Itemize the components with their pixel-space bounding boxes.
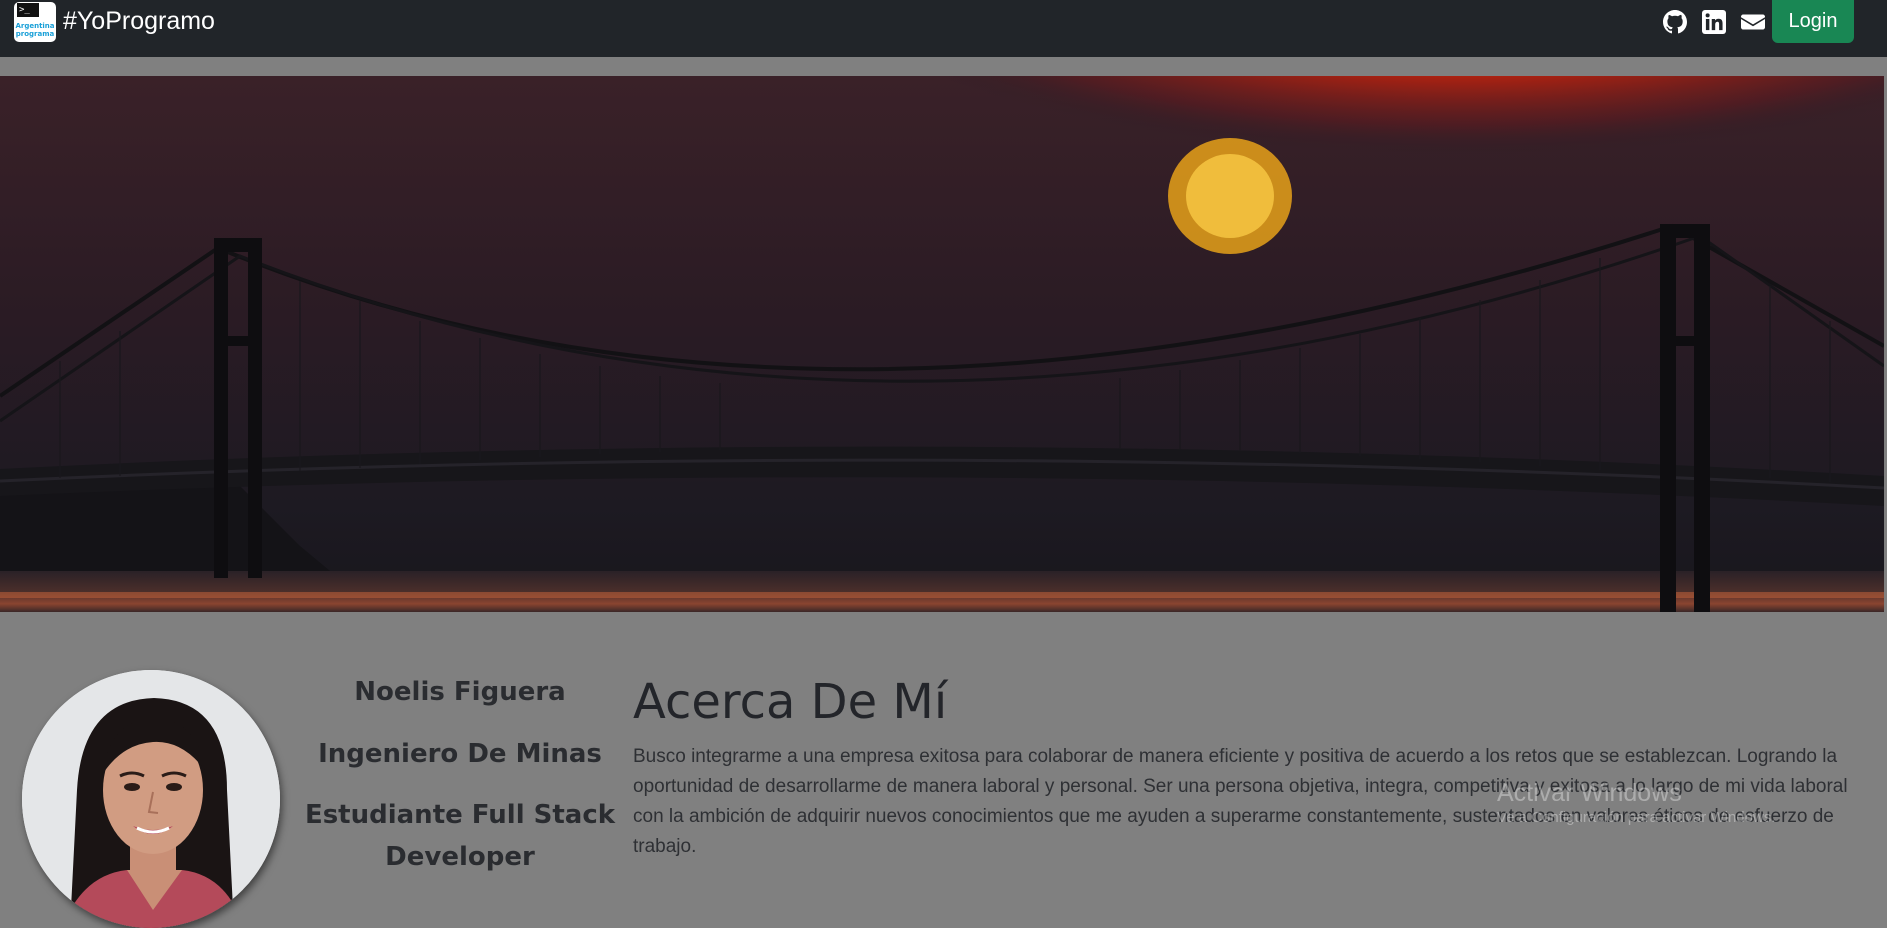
windows-activation-watermark: Activar Windows Ve a Configuración para … xyxy=(1497,778,1775,828)
linkedin-icon[interactable] xyxy=(1702,10,1726,34)
navbar: >_ Argentina programa #YoProgramo Login xyxy=(0,0,1887,57)
profile-role-line-1: Estudiante Full Stack xyxy=(304,800,616,830)
watermark-line-2: Ve a Configuración para activar Windows. xyxy=(1497,809,1776,826)
logo-text: Argentina programa xyxy=(14,22,56,38)
login-button[interactable]: Login xyxy=(1772,0,1854,43)
brand-name[interactable]: #YoProgramo xyxy=(63,4,215,38)
about-title: Acerca De Mí xyxy=(633,674,948,730)
profile-role-line-2: Developer xyxy=(385,842,535,872)
watermark-line-1: Activar Windows xyxy=(1497,779,1682,807)
profile-photo xyxy=(22,670,280,928)
profile-avatar xyxy=(22,670,280,928)
envelope-icon[interactable] xyxy=(1741,10,1765,34)
logo-line-1: Argentina xyxy=(15,22,55,30)
sunset-bridge-illustration xyxy=(0,76,1884,612)
terminal-prompt-icon: >_ xyxy=(17,3,39,17)
profile-title: Ingeniero De Minas xyxy=(318,739,602,769)
github-icon[interactable] xyxy=(1663,10,1687,34)
banner-image xyxy=(0,76,1884,612)
logo-line-2: programa xyxy=(15,30,55,38)
profile-name: Noelis Figuera xyxy=(354,677,566,707)
brand-logo[interactable]: >_ Argentina programa xyxy=(14,2,56,42)
profile-info: Noelis Figuera Ingeniero De Minas Estudi… xyxy=(300,670,620,878)
